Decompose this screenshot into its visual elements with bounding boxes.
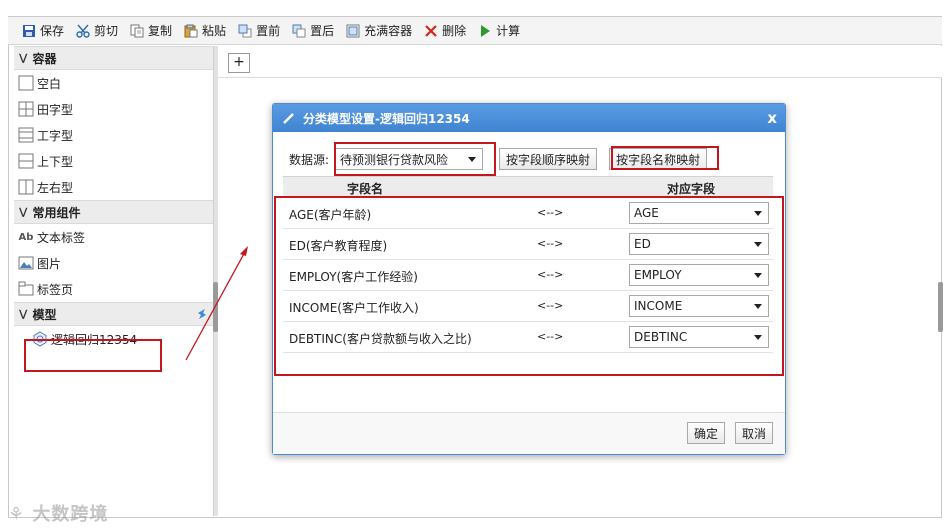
- close-icon[interactable]: x: [767, 109, 777, 127]
- copy-icon: [130, 24, 144, 38]
- annotation-box-mapping-table: [274, 196, 784, 376]
- send-back-icon: [292, 24, 306, 38]
- sidebar-item-blank[interactable]: 空白: [14, 70, 213, 96]
- grid-layout-icon: [18, 101, 34, 117]
- annotation-box-model: [24, 339, 162, 372]
- annotation-box-map-by-name: [611, 146, 719, 170]
- text-label-icon: Ab: [18, 231, 34, 243]
- save-icon: [22, 24, 36, 38]
- watermark-logo: ⚘ 大数跨境: [8, 504, 109, 525]
- calculate-button[interactable]: 计算: [478, 21, 520, 41]
- bring-front-icon: [238, 24, 252, 38]
- right-panel-handle[interactable]: [938, 282, 943, 332]
- bring-front-button[interactable]: 置前: [238, 21, 280, 41]
- sidebar-item-top-bottom-layout[interactable]: 上下型: [14, 148, 213, 174]
- col-header-mapped: 对应字段: [667, 182, 716, 196]
- toolbar: 保存 剪切 复制 粘贴 置前 置后 充满容器 删除 计算: [8, 17, 942, 45]
- tab-page-icon: [18, 281, 34, 297]
- send-back-button[interactable]: 置后: [292, 21, 334, 41]
- map-by-order-button[interactable]: 按字段顺序映射: [499, 148, 598, 170]
- mapping-table-header: 字段名 对应字段: [283, 176, 773, 198]
- chevron-collapse-icon: ⋁: [19, 52, 28, 64]
- paste-button[interactable]: 粘贴: [184, 21, 226, 41]
- image-icon: [18, 255, 34, 271]
- i-layout-icon: [18, 127, 34, 143]
- delete-button[interactable]: 删除: [424, 21, 466, 41]
- section-header-components[interactable]: ⋁ 常用组件: [14, 200, 213, 224]
- top-bottom-layout-icon: [18, 153, 34, 169]
- cut-button[interactable]: 剪切: [76, 21, 118, 41]
- dialog-title-bar[interactable]: 分类模型设置-逻辑回归12354: [273, 104, 785, 132]
- left-right-layout-icon: [18, 179, 34, 195]
- blank-layout-icon: [18, 75, 34, 91]
- chevron-collapse-icon: ⋁: [19, 308, 28, 320]
- delete-icon: [424, 24, 438, 38]
- pencil-icon: [283, 112, 295, 124]
- annotation-box-datasource: [334, 142, 496, 176]
- fill-container-icon: [346, 24, 360, 38]
- datasource-label: 数据源:: [289, 152, 330, 167]
- col-header-field: 字段名: [347, 182, 384, 196]
- dialog-title: 分类模型设置-逻辑回归12354: [303, 111, 470, 126]
- add-tab-button[interactable]: +: [228, 53, 250, 73]
- scissors-icon: [76, 24, 90, 38]
- fill-container-button[interactable]: 充满容器: [346, 21, 412, 41]
- ok-button[interactable]: 确定: [687, 422, 726, 444]
- sidebar-item-left-right-layout[interactable]: 左右型: [14, 174, 213, 200]
- play-icon: [478, 24, 492, 38]
- cancel-button[interactable]: 取消: [735, 422, 774, 444]
- sidebar-item-grid-layout[interactable]: 田字型: [14, 96, 213, 122]
- save-button[interactable]: 保存: [22, 21, 64, 41]
- canvas-tab-bar: [218, 46, 942, 78]
- paste-icon: [184, 24, 198, 38]
- sidebar-item-i-layout[interactable]: 工字型: [14, 122, 213, 148]
- chevron-collapse-icon: ⋁: [19, 206, 28, 218]
- copy-button[interactable]: 复制: [130, 21, 172, 41]
- annotation-arrow: [185, 246, 248, 361]
- section-header-containers[interactable]: ⋁ 容器: [14, 46, 213, 70]
